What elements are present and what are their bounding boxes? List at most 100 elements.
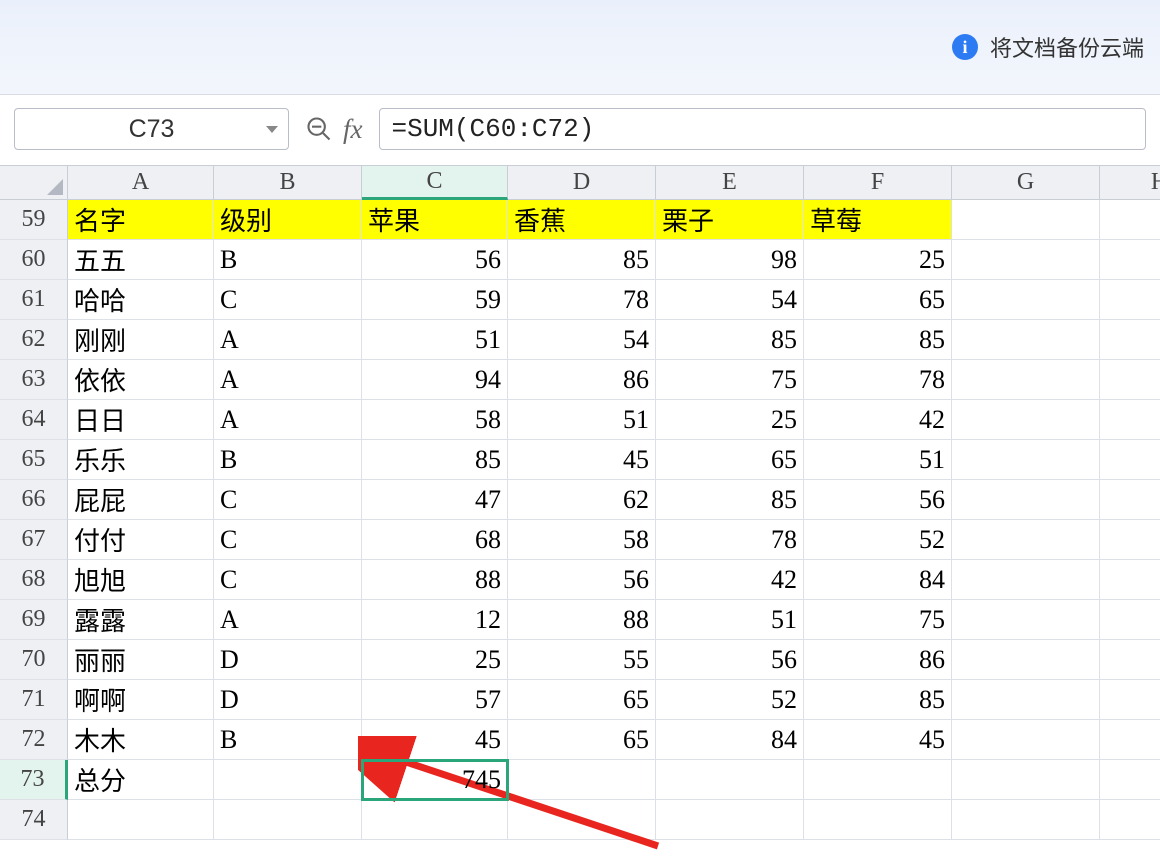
cell-name[interactable]: 丽丽 — [68, 640, 214, 680]
row-header-74[interactable]: 74 — [0, 800, 68, 840]
cell-apple[interactable]: 47 — [362, 480, 508, 520]
cell-chestnut[interactable]: 52 — [656, 680, 804, 720]
cell[interactable] — [1100, 640, 1160, 680]
cell[interactable] — [1100, 760, 1160, 800]
cell[interactable] — [1100, 240, 1160, 280]
cell-level[interactable]: C — [214, 480, 362, 520]
cell[interactable] — [952, 200, 1100, 240]
cell-apple[interactable]: 25 — [362, 640, 508, 680]
cell[interactable] — [1100, 200, 1160, 240]
cell[interactable] — [1100, 800, 1160, 840]
cell-level[interactable]: B — [214, 440, 362, 480]
cell-level[interactable]: B — [214, 720, 362, 760]
cell-chestnut[interactable]: 56 — [656, 640, 804, 680]
cell-level[interactable]: C — [214, 560, 362, 600]
cell-apple[interactable]: 58 — [362, 400, 508, 440]
name-box[interactable]: C73 — [14, 108, 289, 150]
cell-name[interactable]: 木木 — [68, 720, 214, 760]
row-header-71[interactable]: 71 — [0, 680, 68, 720]
cell-strawberry[interactable]: 51 — [804, 440, 952, 480]
cell-level[interactable]: C — [214, 520, 362, 560]
row-header-63[interactable]: 63 — [0, 360, 68, 400]
cell-name[interactable]: 刚刚 — [68, 320, 214, 360]
cell-banana[interactable]: 88 — [508, 600, 656, 640]
cell-name[interactable]: 旭旭 — [68, 560, 214, 600]
cell[interactable] — [952, 640, 1100, 680]
cell[interactable] — [1100, 400, 1160, 440]
cell-name[interactable]: 五五 — [68, 240, 214, 280]
cell[interactable] — [952, 240, 1100, 280]
cell-apple[interactable]: 51 — [362, 320, 508, 360]
cell-chestnut[interactable]: 75 — [656, 360, 804, 400]
cell[interactable] — [952, 720, 1100, 760]
chevron-down-icon[interactable] — [266, 126, 278, 133]
cell-strawberry[interactable]: 42 — [804, 400, 952, 440]
cell-level[interactable]: A — [214, 360, 362, 400]
cell[interactable] — [1100, 440, 1160, 480]
cell-strawberry[interactable]: 52 — [804, 520, 952, 560]
fx-icon[interactable]: fx — [343, 114, 363, 145]
cell-chestnut[interactable]: 98 — [656, 240, 804, 280]
cell[interactable] — [1100, 320, 1160, 360]
cell-strawberry[interactable]: 86 — [804, 640, 952, 680]
cell-apple[interactable]: 94 — [362, 360, 508, 400]
cell-chestnut[interactable]: 25 — [656, 400, 804, 440]
cell[interactable] — [952, 760, 1100, 800]
row-header-62[interactable]: 62 — [0, 320, 68, 360]
cell[interactable] — [804, 760, 952, 800]
cell[interactable] — [952, 800, 1100, 840]
cell-banana[interactable]: 56 — [508, 560, 656, 600]
cell-apple[interactable]: 85 — [362, 440, 508, 480]
cell-level[interactable]: C — [214, 280, 362, 320]
row-header-69[interactable]: 69 — [0, 600, 68, 640]
column-header-D[interactable]: D — [508, 166, 656, 200]
cell-name[interactable]: 付付 — [68, 520, 214, 560]
cell[interactable] — [214, 760, 362, 800]
cell[interactable] — [952, 400, 1100, 440]
cell-name[interactable]: 日日 — [68, 400, 214, 440]
cell-strawberry[interactable]: 45 — [804, 720, 952, 760]
cell-banana[interactable]: 45 — [508, 440, 656, 480]
column-header-H[interactable]: H — [1100, 166, 1160, 200]
cell-level[interactable]: D — [214, 680, 362, 720]
select-all-corner[interactable] — [0, 166, 68, 200]
cell-banana[interactable]: 62 — [508, 480, 656, 520]
cell-level[interactable]: A — [214, 320, 362, 360]
cell-chestnut[interactable]: 51 — [656, 600, 804, 640]
formula-input[interactable]: =SUM(C60:C72) — [379, 108, 1147, 150]
cell-chestnut[interactable]: 85 — [656, 480, 804, 520]
cell[interactable] — [952, 360, 1100, 400]
cell-banana[interactable]: 58 — [508, 520, 656, 560]
cell-apple[interactable]: 57 — [362, 680, 508, 720]
cell[interactable] — [1100, 600, 1160, 640]
cell[interactable] — [952, 560, 1100, 600]
cell-strawberry[interactable]: 78 — [804, 360, 952, 400]
cell-banana[interactable]: 86 — [508, 360, 656, 400]
cell-level[interactable]: A — [214, 400, 362, 440]
cell[interactable] — [68, 800, 214, 840]
cell-chestnut[interactable]: 42 — [656, 560, 804, 600]
row-header-61[interactable]: 61 — [0, 280, 68, 320]
cell-total-label[interactable]: 总分 — [68, 760, 214, 800]
cell-apple[interactable]: 45 — [362, 720, 508, 760]
cell-name[interactable]: 依依 — [68, 360, 214, 400]
row-header-67[interactable]: 67 — [0, 520, 68, 560]
cell[interactable] — [214, 800, 362, 840]
cell-chestnut[interactable]: 85 — [656, 320, 804, 360]
cell-strawberry[interactable]: 84 — [804, 560, 952, 600]
cell[interactable] — [952, 320, 1100, 360]
cell-name[interactable]: 乐乐 — [68, 440, 214, 480]
row-header-70[interactable]: 70 — [0, 640, 68, 680]
cell-chestnut[interactable]: 54 — [656, 280, 804, 320]
cell-apple[interactable]: 88 — [362, 560, 508, 600]
cell-name[interactable]: 哈哈 — [68, 280, 214, 320]
cell[interactable] — [508, 800, 656, 840]
cell-strawberry[interactable]: 25 — [804, 240, 952, 280]
cell[interactable] — [804, 800, 952, 840]
cell-level[interactable]: B — [214, 240, 362, 280]
cell-apple[interactable]: 68 — [362, 520, 508, 560]
row-header-59[interactable]: 59 — [0, 200, 68, 240]
cell-strawberry[interactable]: 56 — [804, 480, 952, 520]
cell-banana[interactable]: 55 — [508, 640, 656, 680]
zoom-out-icon[interactable] — [305, 115, 333, 143]
